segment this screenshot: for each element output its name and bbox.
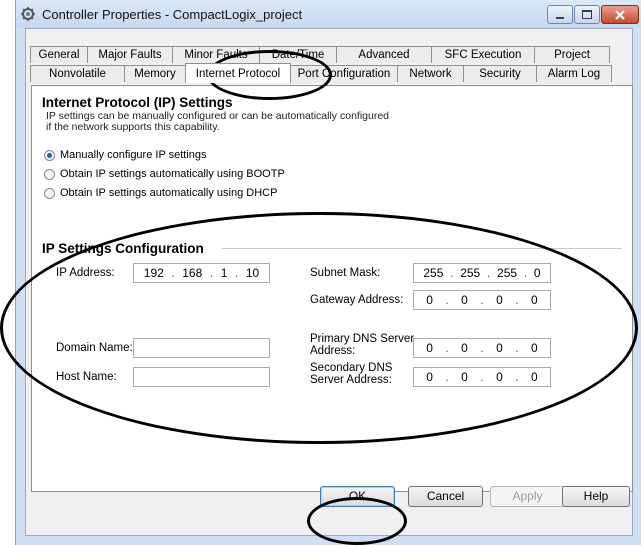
primary-dns-label: Primary DNS Server Address:: [310, 333, 414, 357]
octet: 1: [220, 266, 228, 280]
octet-separator: .: [480, 341, 484, 355]
secondary-dns-field[interactable]: 0. 0. 0. 0: [413, 367, 551, 387]
octet-separator: .: [515, 341, 519, 355]
tab-date-time[interactable]: Date/Time: [259, 46, 337, 63]
octet-separator: .: [450, 266, 454, 280]
tab-major-faults[interactable]: Major Faults: [87, 46, 173, 63]
octet: 0: [531, 341, 538, 355]
subnet-mask-label: Subnet Mask:: [310, 267, 381, 279]
radio-button[interactable]: [44, 149, 55, 161]
octet-separator: .: [445, 293, 449, 307]
octet-separator: .: [480, 370, 484, 384]
radio-bootp[interactable]: Obtain IP settings automatically using B…: [44, 168, 285, 180]
octet-separator: .: [480, 293, 484, 307]
octet: 255: [423, 266, 444, 280]
host-name-field[interactable]: [133, 367, 270, 387]
octet: 0: [461, 293, 468, 307]
octet-separator: .: [445, 341, 449, 355]
octet: 0: [426, 370, 433, 384]
secondary-dns-label-line-1: Secondary DNS: [310, 362, 393, 374]
close-button[interactable]: [601, 5, 639, 24]
octet: 0: [496, 293, 503, 307]
tab-internet-protocol[interactable]: Internet Protocol: [185, 63, 291, 83]
octet: 0: [426, 293, 433, 307]
minimize-button[interactable]: [547, 5, 573, 24]
tab-row-2: Nonvolatile Memory Memory Internet Proto…: [30, 63, 612, 97]
octet-separator: .: [171, 266, 175, 280]
octet: 0: [496, 341, 503, 355]
tab-port-configuration[interactable]: Port Configuration: [290, 65, 398, 82]
radio-button[interactable]: [44, 187, 55, 199]
ip-address-field[interactable]: 192. 168. 1. 10: [133, 263, 270, 283]
secondary-dns-label-line-2: Server Address:: [310, 374, 392, 386]
octet: 0: [531, 293, 538, 307]
help-button[interactable]: Help: [562, 486, 630, 507]
ok-button[interactable]: OK: [320, 486, 395, 507]
window-title: Controller Properties - CompactLogix_pro…: [42, 7, 303, 22]
section-divider: [222, 248, 622, 249]
tab-alarm-log[interactable]: Alarm Log: [536, 65, 612, 82]
ip-config-heading: IP Settings Configuration: [42, 241, 204, 256]
ip-settings-description: IP settings can be manually configured o…: [46, 111, 446, 133]
octet: 255: [460, 266, 481, 280]
close-icon: [615, 9, 625, 20]
tab-nonvolatile-memory[interactable]: Nonvolatile Memory: [30, 65, 125, 97]
octet-separator: .: [209, 266, 214, 280]
radio-dhcp[interactable]: Obtain IP settings automatically using D…: [44, 187, 277, 199]
host-name-label: Host Name:: [56, 371, 117, 383]
radio-manual-config[interactable]: Manually configure IP settings: [44, 149, 207, 161]
primary-dns-field[interactable]: 0. 0. 0. 0: [413, 338, 551, 358]
octet: 255: [497, 266, 518, 280]
tab-advanced[interactable]: Advanced: [336, 46, 432, 63]
octet-separator: .: [234, 266, 239, 280]
tab-row-1: General Major Faults Minor Faults Date/T…: [30, 46, 610, 63]
domain-name-field[interactable]: [133, 338, 270, 358]
tab-minor-faults[interactable]: Minor Faults: [172, 46, 260, 63]
dialog-client-area: General Major Faults Minor Faults Date/T…: [25, 28, 633, 536]
primary-dns-label-line-1: Primary DNS Server: [310, 333, 415, 345]
octet: 192: [143, 266, 164, 280]
tab-general[interactable]: General: [30, 46, 88, 63]
octet: 0: [533, 266, 541, 280]
radio-label: Obtain IP settings automatically using D…: [60, 187, 278, 199]
octet: 0: [426, 341, 433, 355]
cancel-button[interactable]: Cancel: [408, 486, 483, 507]
radio-label: Manually configure IP settings: [60, 149, 207, 161]
minimize-icon: [556, 16, 564, 19]
maximize-icon: [582, 10, 592, 19]
tab-project[interactable]: Project: [534, 46, 610, 63]
octet: 10: [245, 266, 260, 280]
radio-label: Obtain IP settings automatically using B…: [60, 168, 285, 180]
gear-icon: [21, 7, 35, 21]
tab-sfc-execution[interactable]: SFC Execution: [431, 46, 535, 63]
maximize-button[interactable]: [574, 5, 600, 24]
ip-address-label: IP Address:: [56, 267, 115, 279]
internet-protocol-panel: Internet Protocol (IP) Settings IP setti…: [31, 85, 633, 492]
secondary-dns-label: Secondary DNS Server Address:: [310, 362, 392, 386]
octet-separator: .: [445, 370, 449, 384]
domain-name-label: Domain Name:: [56, 342, 133, 354]
subnet-mask-field[interactable]: 255. 255. 255. 0: [413, 263, 551, 283]
octet: 0: [461, 370, 468, 384]
octet: 168: [182, 266, 203, 280]
octet-separator: .: [515, 370, 519, 384]
gateway-address-field[interactable]: 0. 0. 0. 0: [413, 290, 551, 310]
tab-network[interactable]: Network: [397, 65, 464, 82]
tab-memory[interactable]: Memory: [124, 65, 186, 82]
octet-separator: .: [523, 266, 528, 280]
gateway-address-label: Gateway Address:: [310, 294, 404, 306]
octet: 0: [496, 370, 503, 384]
description-line-2: if the network supports this capability.: [46, 121, 220, 133]
tab-security[interactable]: Security: [463, 65, 537, 82]
octet-separator: .: [486, 266, 491, 280]
apply-button[interactable]: Apply: [490, 486, 565, 507]
ip-settings-heading: Internet Protocol (IP) Settings: [42, 95, 233, 110]
primary-dns-label-line-2: Address:: [310, 345, 356, 357]
radio-button[interactable]: [44, 168, 55, 180]
octet: 0: [531, 370, 538, 384]
title-bar[interactable]: Controller Properties - CompactLogix_pro…: [16, 0, 641, 28]
octet-separator: .: [515, 293, 519, 307]
controller-properties-window: Controller Properties - CompactLogix_pro…: [15, 0, 641, 545]
octet: 0: [461, 341, 468, 355]
